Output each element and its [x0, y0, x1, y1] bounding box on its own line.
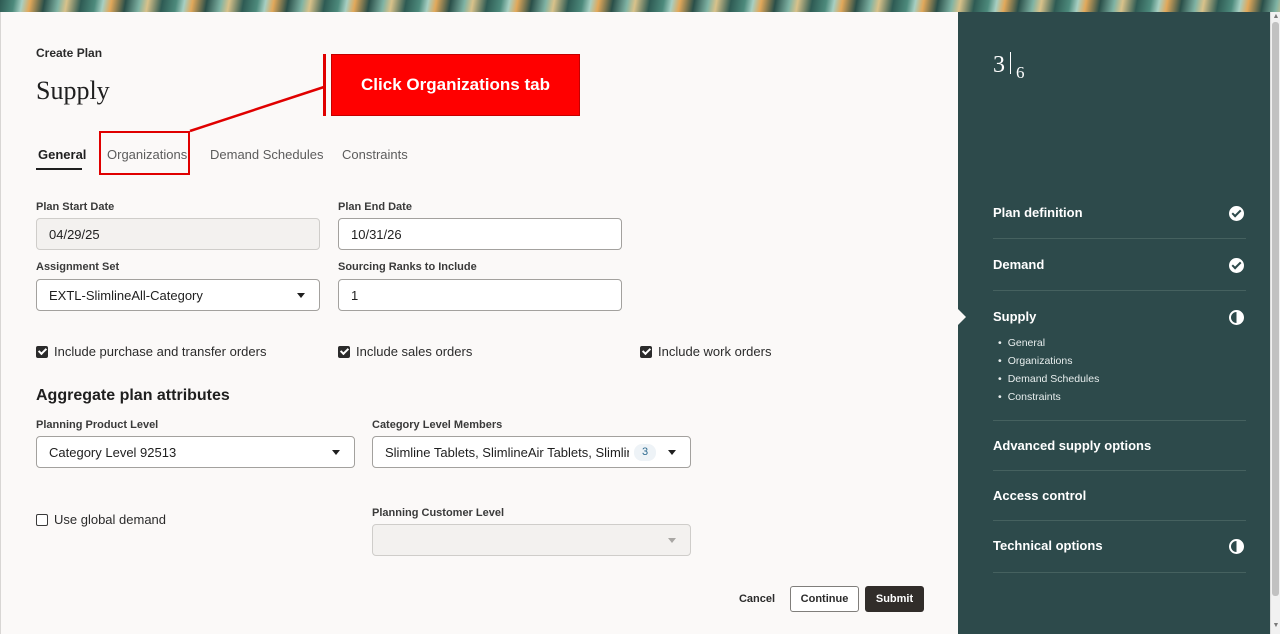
- plan-end-date-value: 10/31/26: [351, 226, 402, 242]
- checkbox-checked-icon[interactable]: [36, 345, 48, 358]
- use-global-demand-label: Use global demand: [54, 512, 167, 527]
- cancel-button[interactable]: Cancel: [732, 586, 782, 612]
- category-level-members-value: Slimline Tablets, SlimlineAir Tablets, S…: [385, 444, 629, 460]
- chevron-down-icon[interactable]: [297, 293, 305, 298]
- scroll-down-icon[interactable]: ▼: [1272, 622, 1280, 629]
- include-work-orders-label: Include work orders: [658, 344, 772, 359]
- step-current: 3: [993, 52, 1005, 78]
- aggregate-section-title: Aggregate plan attributes: [36, 387, 230, 404]
- planning-product-level-value: Category Level 92513: [49, 444, 177, 460]
- planning-product-level-label: Planning Product Level: [36, 419, 159, 431]
- category-level-members-select[interactable]: Slimline Tablets, SlimlineAir Tablets, S…: [372, 436, 691, 468]
- sidebar-divider: [993, 290, 1246, 291]
- scroll-up-icon[interactable]: ▲: [1272, 13, 1280, 20]
- planning-product-level-select[interactable]: Category Level 92513: [36, 436, 355, 468]
- sidebar-item-advanced-supply-options[interactable]: Advanced supply options: [993, 438, 1151, 453]
- include-work-orders-checkbox[interactable]: Include work orders: [640, 344, 771, 359]
- sidebar-item-access-control[interactable]: Access control: [993, 488, 1086, 503]
- use-global-demand-checkbox[interactable]: Use global demand: [36, 512, 166, 527]
- current-step-pointer: [958, 309, 966, 325]
- chevron-down-icon[interactable]: [332, 450, 340, 455]
- submit-button[interactable]: Submit: [865, 586, 924, 612]
- plan-end-date-field[interactable]: 10/31/26: [338, 218, 622, 250]
- half-circle-icon: [1229, 310, 1244, 325]
- sidebar-subitem-constraints[interactable]: Constraints: [998, 391, 1061, 403]
- category-level-members-label: Category Level Members: [372, 419, 503, 431]
- sidebar-subitem-general[interactable]: General: [998, 337, 1045, 349]
- sourcing-ranks-input[interactable]: 1: [338, 279, 622, 311]
- checkbox-checked-icon[interactable]: [640, 345, 652, 358]
- continue-button[interactable]: Continue: [790, 586, 859, 612]
- sidebar-divider: [993, 420, 1246, 421]
- step-indicator: 36: [993, 52, 1025, 83]
- scrollbar-thumb[interactable]: [1272, 22, 1279, 596]
- include-purchase-transfer-label: Include purchase and transfer orders: [54, 344, 267, 359]
- sidebar-divider: [993, 238, 1246, 239]
- sidebar-divider: [993, 572, 1246, 573]
- sidebar-item-supply[interactable]: Supply: [993, 309, 1036, 324]
- sidebar-divider: [993, 470, 1246, 471]
- sidebar-divider: [993, 520, 1246, 521]
- sidebar-item-demand[interactable]: Demand: [993, 257, 1044, 272]
- sourcing-ranks-label: Sourcing Ranks to Include: [338, 261, 477, 273]
- include-sales-orders-checkbox[interactable]: Include sales orders: [338, 344, 472, 359]
- plan-start-date-label: Plan Start Date: [36, 201, 115, 213]
- sidebar-subitem-organizations[interactable]: Organizations: [998, 355, 1073, 367]
- assignment-set-value: EXTL-SlimlineAll-Category: [49, 287, 203, 303]
- include-sales-orders-label: Include sales orders: [356, 344, 473, 359]
- planning-customer-level-label: Planning Customer Level: [372, 507, 505, 519]
- half-circle-icon: [1229, 539, 1244, 554]
- checkbox-unchecked-icon[interactable]: [36, 513, 48, 526]
- checkbox-checked-icon[interactable]: [338, 345, 350, 358]
- plan-start-date-field[interactable]: 04/29/25: [36, 218, 320, 250]
- sidebar-subitem-demand-schedules[interactable]: Demand Schedules: [998, 373, 1100, 385]
- assignment-set-label: Assignment Set: [36, 261, 120, 273]
- plan-end-date-label: Plan End Date: [338, 201, 412, 213]
- callout-pin: [323, 54, 326, 116]
- sidebar-item-plan-definition[interactable]: Plan definition: [993, 205, 1083, 220]
- chevron-down-icon: [668, 538, 676, 543]
- assignment-set-select[interactable]: EXTL-SlimlineAll-Category: [36, 279, 320, 311]
- chevron-down-icon[interactable]: [668, 450, 676, 455]
- planning-customer-level-select: [372, 524, 691, 556]
- plan-start-date-value: 04/29/25: [49, 226, 100, 242]
- check-circle-icon: [1229, 206, 1244, 221]
- check-circle-icon: [1229, 258, 1244, 273]
- organizations-tab-highlight: [99, 131, 190, 175]
- selection-count-badge: 3: [634, 444, 656, 461]
- instruction-callout: Click Organizations tab: [331, 54, 580, 116]
- sourcing-ranks-value: 1: [351, 287, 359, 303]
- page-scrollbar[interactable]: ▲ ▼: [1270, 12, 1280, 634]
- include-purchase-transfer-checkbox[interactable]: Include purchase and transfer orders: [36, 344, 266, 359]
- sidebar-item-technical-options[interactable]: Technical options: [993, 538, 1103, 553]
- step-total: 6: [1016, 63, 1025, 82]
